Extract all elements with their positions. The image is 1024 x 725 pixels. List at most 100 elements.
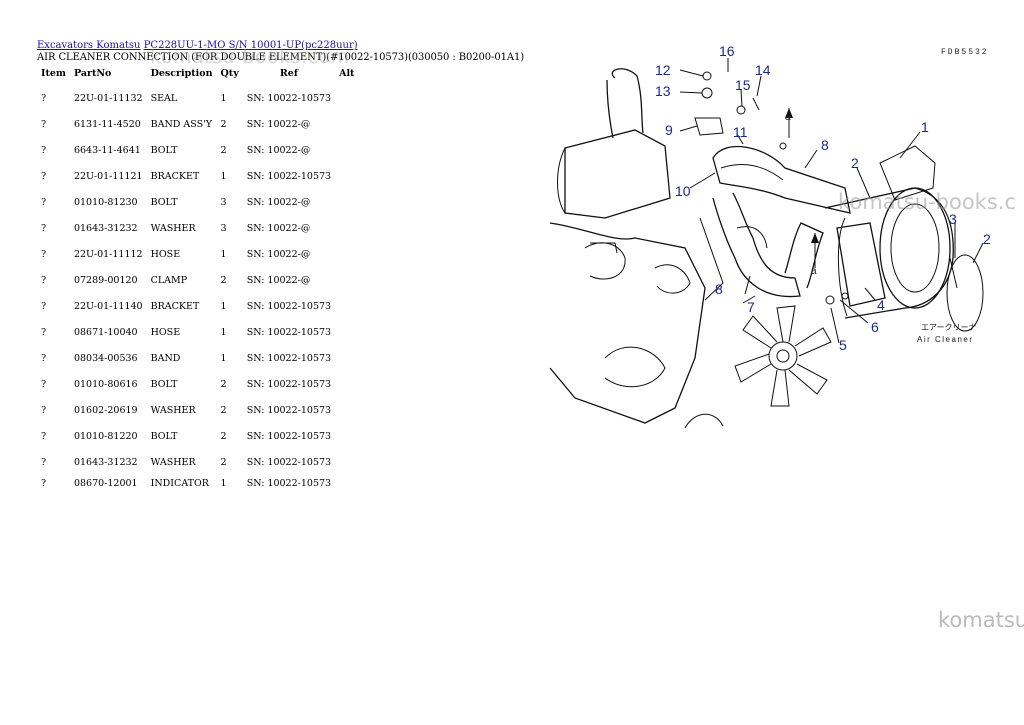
cell-ref: SN: 10022-@ (246, 248, 311, 260)
air-cleaner (824, 145, 984, 332)
callout-11: 11 (733, 124, 748, 140)
cell-partno: 6131-11-4520 (73, 118, 141, 130)
table-row: ? 01643-31232 WASHER 3 SN: 10022-@ (37, 215, 363, 241)
table-row: ? 22U-01-11140 BRACKET 1 SN: 10022-10573 (37, 293, 363, 319)
cell-alt (335, 137, 363, 163)
drawing-code: FDB5532 (941, 48, 989, 57)
cell-ref: SN: 10022-@ (246, 118, 311, 130)
cell-description: BAND (150, 352, 181, 364)
callout-9: 9 (665, 122, 673, 138)
callout-16: 16 (719, 43, 735, 59)
cell-qty: 1 (220, 170, 227, 182)
breadcrumb-link-category[interactable]: Excavators Komatsu (37, 40, 141, 51)
cell-partno: 22U-01-11112 (73, 248, 143, 260)
cell-alt (335, 111, 363, 137)
cell-qty: 1 (220, 477, 227, 489)
table-row: ? 6643-11-4641 BOLT 2 SN: 10022-@ (37, 137, 363, 163)
callout-2b: 2 (983, 231, 991, 247)
table-row: ? 01010-80616 BOLT 2 SN: 10022-10573 (37, 371, 363, 397)
exploded-parts-diagram: 1 2 3 2 4 5 6 7 8 8 9 10 11 12 13 14 15 … (549, 43, 991, 429)
table-row: ? 22U-01-11121 BRACKET 1 SN: 10022-10573 (37, 163, 363, 189)
cell-description: HOSE (150, 248, 181, 260)
cell-qty: 1 (220, 326, 227, 338)
label-air-cleaner-jp: エアークリーナ (921, 323, 977, 332)
cell-alt (335, 85, 363, 111)
cell-ref: SN: 10022-10573 (246, 404, 332, 416)
cell-description: BOLT (150, 144, 178, 156)
cell-partno: 22U-01-11140 (73, 300, 143, 312)
callout-7: 7 (747, 299, 755, 315)
cell-description: SEAL (150, 92, 178, 104)
label-air-cleaner-en: Air Cleaner (917, 335, 974, 344)
cell-alt (335, 371, 363, 397)
cell-alt (335, 267, 363, 293)
cell-ref: SN: 10022-@ (246, 144, 311, 156)
cell-description: CLAMP (150, 274, 188, 286)
table-row: ? 08670-12001 INDICATOR 1 SN: 10022-10573 (37, 475, 363, 491)
callout-10: 10 (675, 183, 691, 199)
callout-14: 14 (755, 62, 771, 78)
cell-qty: 2 (220, 118, 227, 130)
cell-item: ? (41, 300, 47, 312)
cell-partno: 22U-01-11132 (73, 92, 143, 104)
cell-item: ? (41, 144, 47, 156)
callout-8b: 8 (715, 281, 723, 297)
cell-qty: 1 (220, 92, 227, 104)
cell-description: BOLT (150, 378, 178, 390)
cell-alt (335, 345, 363, 371)
cell-partno: 07289-00120 (73, 274, 138, 286)
callout-5: 5 (839, 337, 847, 353)
cell-description: BOLT (150, 196, 178, 208)
cell-item: ? (41, 352, 47, 364)
cell-alt (335, 163, 363, 189)
cell-ref: SN: 10022-@ (246, 222, 311, 234)
table-row: ? 01010-81220 BOLT 2 SN: 10022-10573 (37, 423, 363, 449)
cell-description: BAND ASS'Y (150, 118, 212, 130)
table-row: ? 01010-81230 BOLT 3 SN: 10022-@ (37, 189, 363, 215)
header-item: Item (41, 67, 66, 79)
cell-item: ? (41, 456, 47, 468)
header-ref: Ref (279, 67, 298, 79)
cell-alt (335, 241, 363, 267)
cell-description: WASHER (150, 456, 196, 468)
cell-ref: SN: 10022-10573 (246, 326, 332, 338)
cell-qty: 3 (220, 196, 227, 208)
cell-ref: SN: 10022-10573 (246, 300, 332, 312)
callout-8a: 8 (821, 137, 829, 153)
cell-item: ? (41, 92, 47, 104)
cell-ref: SN: 10022-10573 (246, 170, 332, 182)
cell-description: HOSE (150, 326, 181, 338)
cell-item: ? (41, 170, 47, 182)
cell-description: BRACKET (150, 300, 200, 312)
parts-table-header: Item PartNo Description Qty Ref Alt (37, 64, 363, 85)
cell-ref: SN: 10022-10573 (246, 352, 332, 364)
cell-partno: 08670-12001 (73, 477, 138, 489)
cell-partno: 01010-80616 (73, 378, 138, 390)
cell-qty: 2 (220, 274, 227, 286)
fan (734, 305, 832, 407)
table-row: ? 22U-01-11132 SEAL 1 SN: 10022-10573 (37, 85, 363, 111)
watermark-middle: komatsu-books.c (838, 190, 1016, 214)
cell-qty: 2 (220, 430, 227, 442)
engine-outline (549, 68, 724, 429)
cell-item: ? (41, 248, 47, 260)
cell-partno: 01602-20619 (73, 404, 138, 416)
callout-2: 2 (851, 155, 859, 171)
cell-alt (335, 397, 363, 423)
cell-qty: 2 (220, 404, 227, 416)
cell-alt (335, 293, 363, 319)
cell-alt (335, 449, 363, 475)
cell-qty: 3 (220, 222, 227, 234)
intake-hoses (712, 145, 851, 298)
callout-1: 1 (921, 119, 929, 135)
cell-qty: 1 (220, 352, 227, 364)
view-marker-a-bottom: a (811, 266, 817, 277)
cell-partno: 01010-81230 (73, 196, 138, 208)
parts-table: Item PartNo Description Qty Ref Alt ? 22U… (37, 64, 363, 491)
cell-partno: 6643-11-4641 (73, 144, 141, 156)
cell-qty: 1 (220, 300, 227, 312)
table-row: ? 22U-01-11112 HOSE 1 SN: 10022-@ (37, 241, 363, 267)
cell-ref: SN: 10022-10573 (246, 430, 332, 442)
cell-qty: 2 (220, 144, 227, 156)
cell-item: ? (41, 118, 47, 130)
